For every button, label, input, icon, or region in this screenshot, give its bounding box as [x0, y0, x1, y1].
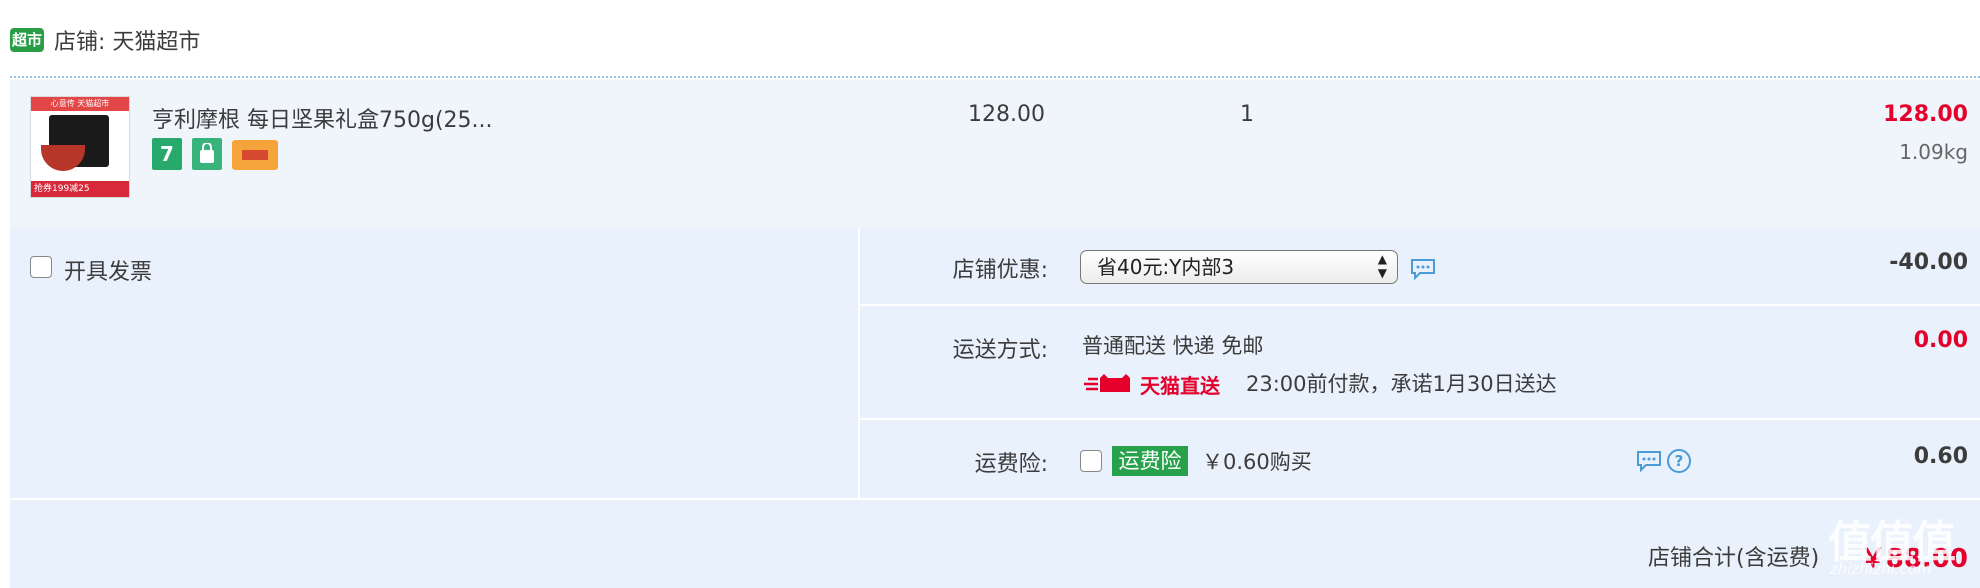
shopping-bag-icon[interactable] — [192, 138, 222, 170]
svg-text:?: ? — [1675, 452, 1684, 470]
discount-selected-value: 省40元:Y内部3 — [1097, 255, 1235, 279]
discount-label: 店铺优惠: — [952, 258, 1048, 283]
shop-name-link[interactable]: 店铺: 天猫超市 — [54, 24, 200, 56]
shop-header: 超市 店铺: 天猫超市 — [0, 0, 1980, 76]
shipping-value: 0.00 — [1913, 328, 1968, 353]
item-weight: 1.09kg — [1899, 140, 1968, 164]
tmall-supermarket-logo: 超市 — [10, 28, 44, 52]
discount-value: -40.00 — [1889, 250, 1968, 275]
site-watermark-url: zhizhizhi.com — [1830, 560, 1932, 578]
tmall-cat-icon — [1084, 374, 1136, 394]
insurance-price: ￥0.60购买 — [1202, 450, 1312, 474]
card-stripe — [242, 150, 268, 160]
product-thumbnail[interactable]: 心意传 天猫超市 抢券199减25 — [30, 96, 130, 198]
seven-day-return-icon[interactable]: 7 — [152, 138, 182, 170]
select-arrows-icon: ▲ ▼ — [1377, 252, 1387, 280]
chat-icon[interactable] — [1636, 450, 1662, 473]
shipping-method: 普通配送 快递 免邮 — [1082, 334, 1264, 358]
help-question-icon[interactable]: ? — [1666, 448, 1692, 474]
tmall-direct-text: 天猫直送 — [1140, 374, 1220, 398]
dotted-divider — [10, 76, 1980, 78]
tmall-direct-tag: 天猫直送 — [1084, 370, 1224, 398]
insurance-value: 0.60 — [1913, 444, 1968, 469]
delivery-promise: 23:00前付款，承诺1月30日送达 — [1246, 372, 1557, 396]
quantity: 1 — [1240, 102, 1254, 127]
row-divider — [860, 304, 1980, 306]
credit-card-icon[interactable] — [232, 140, 278, 170]
discount-select[interactable]: 省40元:Y内部3 ▲ ▼ — [1080, 250, 1398, 284]
insurance-checkbox[interactable] — [1080, 450, 1102, 472]
thumb-banner-text: 心意传 天猫超市 — [31, 97, 129, 111]
invoice-checkbox[interactable] — [30, 256, 52, 278]
insurance-label: 运费险: — [974, 452, 1048, 477]
product-title-link[interactable]: 亨利摩根 每日坚果礼盒750g(25... — [152, 102, 493, 134]
insurance-badge: 运费险 — [1112, 446, 1188, 476]
unit-price: 128.00 — [968, 102, 1045, 127]
nut-bowl-image — [41, 145, 85, 171]
shop-total-label: 店铺合计(含运费) — [1648, 546, 1820, 571]
thumb-coupon-text: 抢券199减25 — [31, 181, 129, 197]
item-subtotal: 128.00 — [1883, 102, 1968, 127]
shipping-label: 运送方式: — [952, 338, 1048, 363]
invoice-label: 开具发票 — [64, 260, 153, 285]
chat-icon[interactable] — [1410, 258, 1436, 281]
row-divider — [860, 418, 1980, 420]
